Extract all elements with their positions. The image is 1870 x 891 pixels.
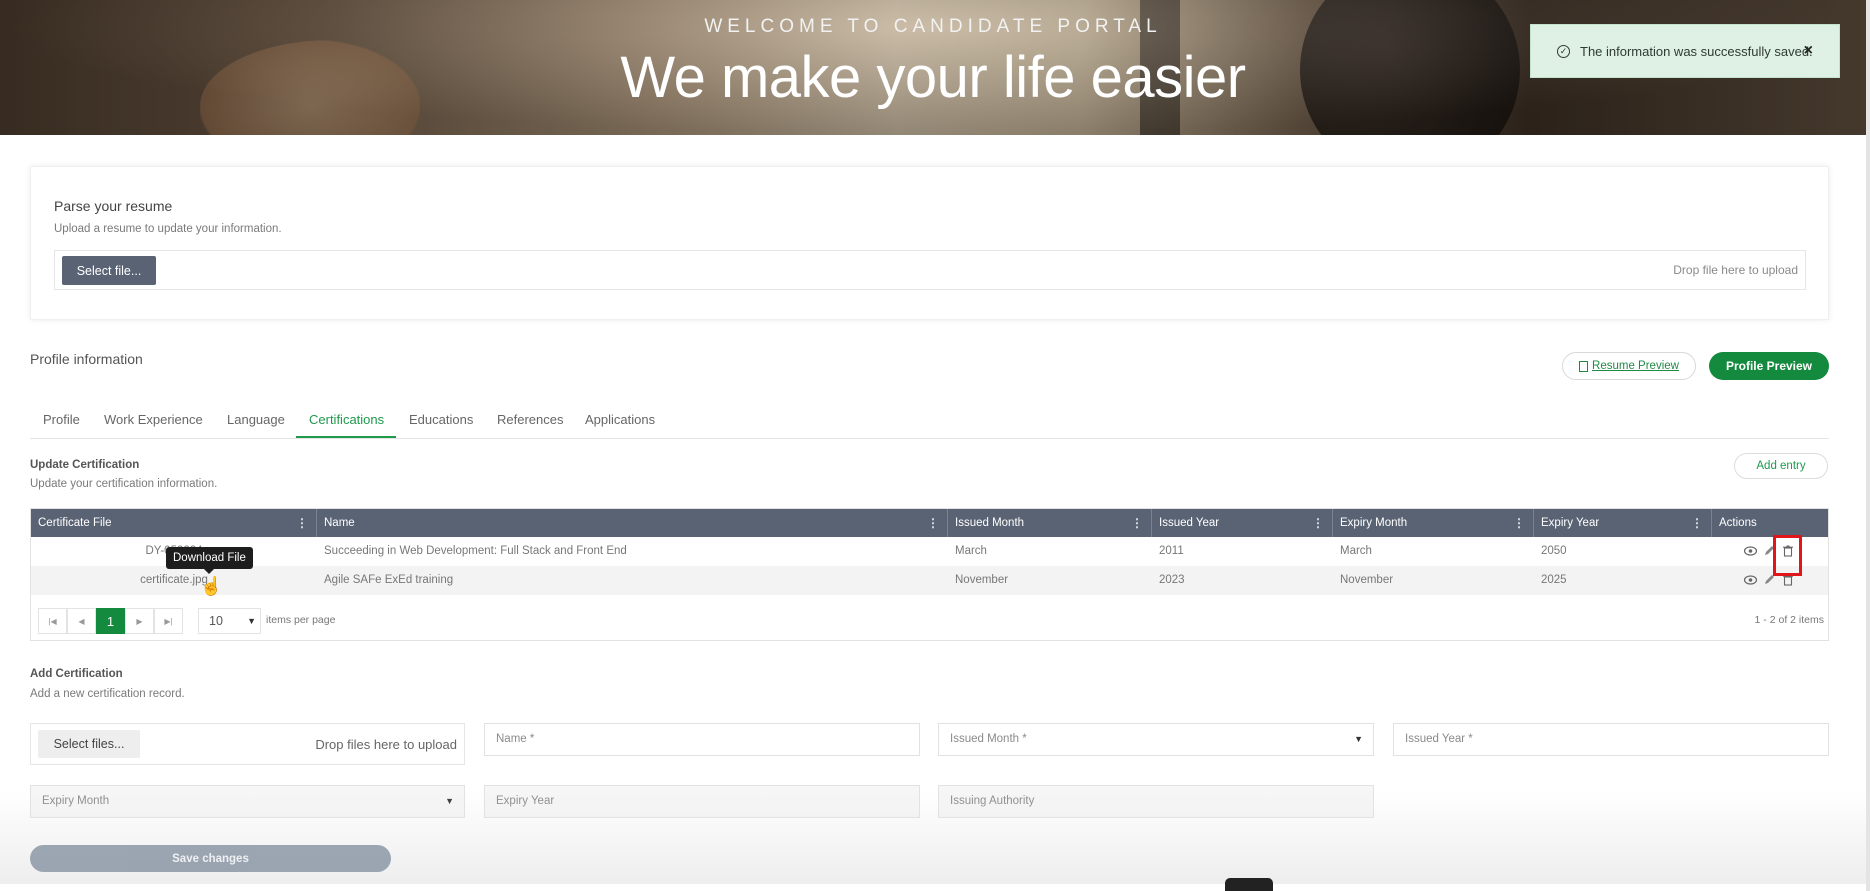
issued-month-select[interactable]: Issued Month * ▼ [938,723,1374,756]
column-expiry-year[interactable]: Expiry Year ⋮ [1534,509,1712,537]
delete-trash-icon[interactable] [1783,574,1793,589]
parse-resume-title: Parse your resume [54,198,173,214]
files-drop-hint: Drop files here to upload [315,737,457,752]
resume-upload-zone[interactable]: Select file... Drop file here to upload [54,250,1806,290]
tab-certifications[interactable]: Certifications [309,412,384,427]
view-icon[interactable] [1743,574,1758,588]
table-row: DY-052224 Succeeding in Web Development:… [31,537,1828,566]
toast-message: The information was successfully saved. [1580,43,1813,59]
column-issued-month[interactable]: Issued Month ⋮ [948,509,1152,537]
check-circle-icon: ✓ [1557,44,1570,58]
update-certification-subtitle: Update your certification information. [30,478,218,490]
grid-header: Certificate File ⋮ Name ⋮ Issued Month ⋮ Is… [31,509,1828,537]
add-certification-title: Add Certification [30,668,123,680]
page-number-button[interactable]: 1 [96,608,125,634]
profile-information-title: Profile information [30,351,143,367]
column-certificate-file[interactable]: Certificate File ⋮ [31,509,317,537]
bottom-handle[interactable] [1225,878,1273,891]
tab-work-experience[interactable]: Work Experience [104,412,203,427]
column-name[interactable]: Name ⋮ [317,509,948,537]
tab-educations[interactable]: Educations [409,412,473,427]
column-menu-icon[interactable]: ⋮ [1513,509,1525,537]
select-resume-file-button[interactable]: Select file... [62,256,156,285]
tab-profile[interactable]: Profile [43,412,80,427]
chevron-down-icon: ▼ [445,796,454,806]
table-row: certificate.jpg Agile SAFe ExEd training… [31,566,1828,595]
page-size-select[interactable]: 10 ▼ [198,608,261,634]
grid-pager: |◀ ◀ 1 ▶ ▶| 10 ▼ items per page 1 - 2 of… [31,597,1828,637]
page-scrollbar[interactable] [1866,0,1870,891]
column-menu-icon[interactable]: ⋮ [296,509,308,537]
issued-year-field[interactable]: Issued Year * [1393,723,1829,756]
save-changes-button[interactable]: Save changes [30,845,391,872]
certificate-file-link[interactable]: certificate.jpg [31,566,317,595]
column-menu-icon[interactable]: ⋮ [1312,509,1324,537]
column-menu-icon[interactable]: ⋮ [1131,509,1143,537]
download-file-tooltip: Download File [166,547,253,574]
first-page-button[interactable]: |◀ [38,608,67,634]
name-field[interactable]: Name * [484,723,920,756]
pager-info: 1 - 2 of 2 items [1754,614,1824,626]
next-page-button[interactable]: ▶ [125,608,154,634]
tab-applications[interactable]: Applications [585,412,655,427]
column-issued-year[interactable]: Issued Year ⋮ [1152,509,1333,537]
certification-grid: Certificate File ⋮ Name ⋮ Issued Month ⋮ Is… [30,508,1829,641]
highlight-box [1773,535,1802,576]
edit-pencil-icon[interactable] [1764,574,1775,588]
profile-tabs: Profile Work Experience Language Certifi… [30,402,1829,439]
tab-language[interactable]: Language [227,412,285,427]
expiry-year-field[interactable]: Expiry Year [484,785,920,818]
active-tab-indicator [296,436,396,438]
parse-resume-card: Parse your resume Upload a resume to upd… [30,166,1829,320]
tab-references[interactable]: References [497,412,563,427]
update-certification-title: Update Certification [30,459,140,471]
column-menu-icon[interactable]: ⋮ [1691,509,1703,537]
chevron-down-icon: ▼ [1354,734,1363,744]
profile-preview-button[interactable]: Profile Preview [1709,352,1829,380]
resume-preview-button[interactable]: Resume Preview [1562,352,1696,380]
issuing-authority-field[interactable]: Issuing Authority [938,785,1374,818]
items-per-page-label: items per page [266,614,336,626]
column-menu-icon[interactable]: ⋮ [927,509,939,537]
column-actions: Actions [1719,517,1757,529]
document-icon [1579,360,1589,372]
last-page-button[interactable]: ▶| [154,608,183,634]
select-files-button[interactable]: Select files... [38,730,140,758]
add-certification-subtitle: Add a new certification record. [30,688,185,700]
success-toast: ✓ The information was successfully saved… [1530,24,1840,78]
add-entry-button[interactable]: Add entry [1734,453,1828,479]
toast-close-button[interactable]: × [1804,42,1813,60]
previous-page-button[interactable]: ◀ [67,608,96,634]
chevron-down-icon: ▼ [247,616,256,626]
resume-preview-label: Resume Preview [1592,360,1679,372]
view-icon[interactable] [1743,545,1758,559]
hand-cursor-icon: ☝ [200,576,223,596]
expiry-month-select[interactable]: Expiry Month ▼ [30,785,465,818]
parse-resume-subtitle: Upload a resume to update your informati… [54,223,282,235]
resume-drop-hint: Drop file here to upload [1673,263,1798,277]
column-expiry-month[interactable]: Expiry Month ⋮ [1333,509,1534,537]
certificate-upload-zone[interactable]: Select files... Drop files here to uploa… [30,723,465,765]
